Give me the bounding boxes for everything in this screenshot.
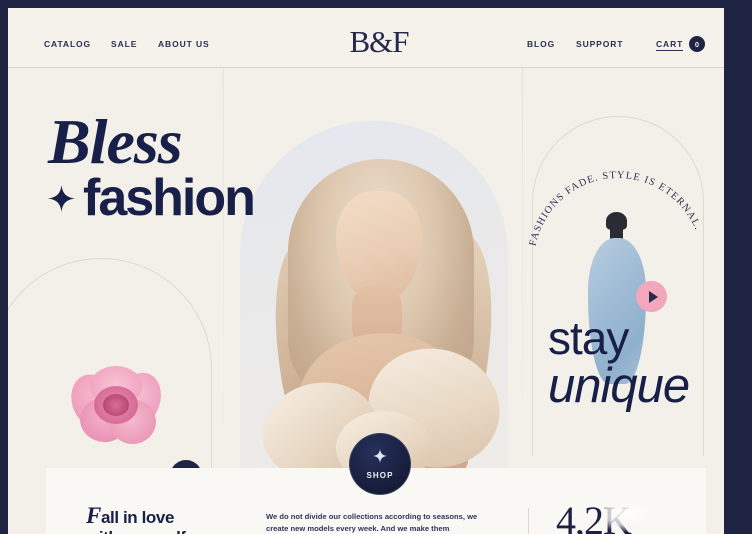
info-card-description: We do not divide our collections accordi…	[266, 512, 478, 533]
info-card-divider	[528, 508, 529, 534]
stay-unique-heading: stay unique	[548, 312, 690, 413]
nav-link-cart[interactable]: CART	[656, 39, 684, 51]
headline-line-fashion: fashion	[83, 169, 256, 227]
arrow-up-right-icon[interactable]	[170, 460, 202, 468]
headline-line-bless: Bless	[48, 106, 183, 177]
nav-link-about-us[interactable]: ABOUT US	[158, 39, 210, 49]
app-frame: CATALOG SALE ABOUT US B&F BLOG SUPPORT C…	[0, 0, 752, 534]
cart-count-badge: 0	[689, 36, 705, 52]
customers-stat-value: 4,2K	[556, 498, 632, 534]
shop-button[interactable]: SHOP	[349, 433, 411, 495]
info-card-title-line2: with yourself	[86, 528, 186, 534]
hero-headline: Bless fashion	[48, 110, 318, 226]
rose-image	[64, 364, 169, 449]
play-video-button[interactable]	[636, 281, 667, 312]
info-card-title-initial: F	[86, 503, 101, 528]
curved-caption-text: FASHIONS FADE. STYLE IS ETERNAL.	[528, 170, 704, 247]
nav-link-blog[interactable]: BLOG	[527, 39, 555, 49]
stay-unique-line2: unique	[548, 359, 690, 413]
customers-stat: 4,2K CUSTOMERS	[556, 500, 716, 534]
info-card-title-rest: all in love	[100, 508, 175, 527]
nav-link-catalog[interactable]: CATALOG	[44, 39, 91, 49]
nav-link-sale[interactable]: SALE	[111, 39, 137, 49]
curved-caption: FASHIONS FADE. STYLE IS ETERNAL.	[528, 170, 704, 247]
site-header: CATALOG SALE ABOUT US B&F BLOG SUPPORT C…	[8, 8, 724, 68]
four-point-star-icon	[48, 185, 75, 217]
nav-link-support[interactable]: SUPPORT	[576, 39, 623, 49]
info-card-title: Fall in love with yourself	[86, 503, 251, 534]
wedding-bouquets-cta[interactable]: WEDDING BOUQUETS COLLECTION	[50, 460, 202, 468]
page-canvas: CATALOG SALE ABOUT US B&F BLOG SUPPORT C…	[8, 8, 724, 534]
four-point-star-icon	[373, 448, 387, 468]
stay-unique-line1: stay	[548, 312, 629, 364]
shop-button-label: SHOP	[366, 470, 394, 480]
play-triangle-icon	[648, 290, 658, 303]
hero-section: WEDDING BOUQUETS COLLECTION	[8, 68, 724, 468]
site-logo[interactable]: B&F	[348, 22, 410, 64]
